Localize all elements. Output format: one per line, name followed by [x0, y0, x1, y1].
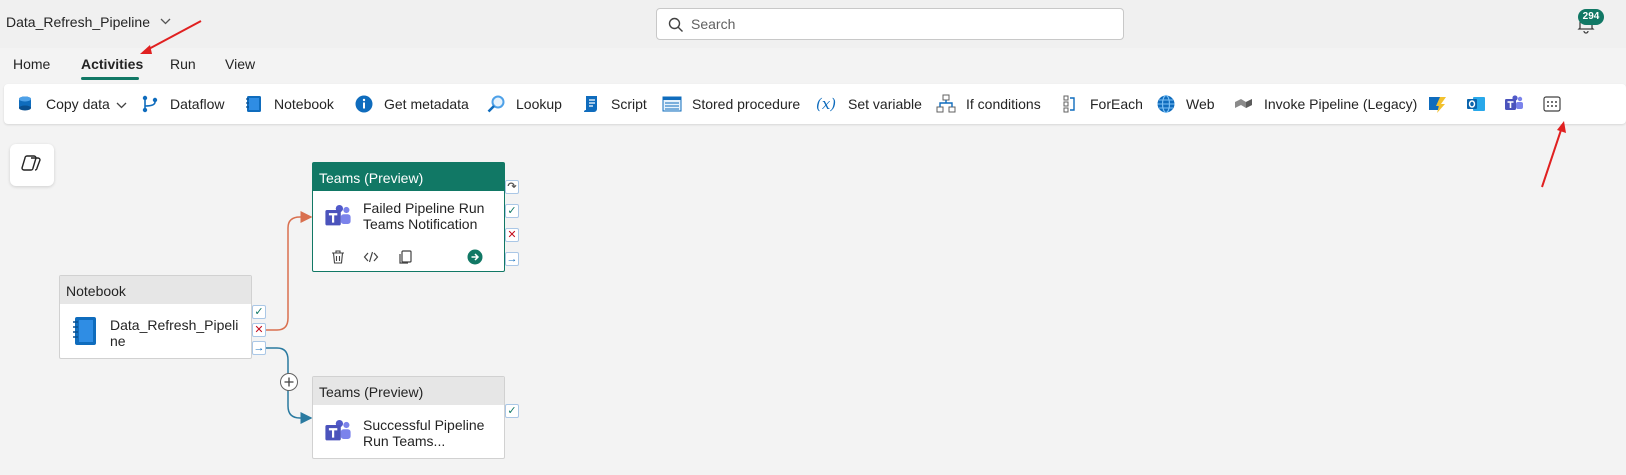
teams-success-notification-node[interactable]: Teams (Preview) Successful Pipeline Run …	[312, 376, 505, 459]
node-type-label: Notebook	[60, 276, 251, 304]
node-name-line2: ne	[110, 333, 126, 349]
teams-icon	[324, 203, 352, 236]
notebook-icon	[71, 316, 97, 351]
on-skip-port[interactable]: ↷	[505, 180, 519, 194]
node-action-bar	[313, 243, 504, 271]
copy-icon[interactable]	[395, 247, 415, 267]
delete-icon[interactable]	[328, 247, 348, 267]
teams-icon	[324, 418, 352, 451]
node-type-label: Teams (Preview)	[313, 377, 504, 405]
on-completion-port[interactable]: →	[252, 341, 266, 355]
on-success-port[interactable]: ✓	[505, 404, 519, 418]
on-success-port[interactable]: ✓	[252, 305, 266, 319]
notebook-activity-node[interactable]: Notebook Data_Refresh_Pipeli ne	[59, 275, 252, 359]
pipeline-connections	[265, 211, 313, 424]
go-to-activity-icon[interactable]	[465, 247, 485, 267]
teams-failed-notification-node[interactable]: Teams (Preview) Failed Pipeline Run Team…	[312, 162, 505, 272]
on-completion-port[interactable]: →	[505, 252, 519, 266]
node-name-line2: Run Teams...	[363, 433, 446, 449]
node-type-label: Teams (Preview)	[313, 163, 504, 191]
on-success-port[interactable]: ✓	[505, 204, 519, 218]
add-activity-button[interactable]	[280, 373, 298, 391]
node-name-line1: Failed Pipeline Run	[363, 200, 485, 216]
node-name-line1: Data_Refresh_Pipeli	[110, 317, 239, 333]
code-icon[interactable]	[361, 247, 381, 267]
plus-icon	[281, 374, 297, 390]
node-name-line2: Teams Notification	[363, 216, 478, 232]
on-failure-port[interactable]: ✕	[505, 228, 519, 242]
node-name-line1: Successful Pipeline	[363, 417, 485, 433]
on-failure-port[interactable]: ✕	[252, 323, 266, 337]
failure-connection	[265, 211, 313, 331]
